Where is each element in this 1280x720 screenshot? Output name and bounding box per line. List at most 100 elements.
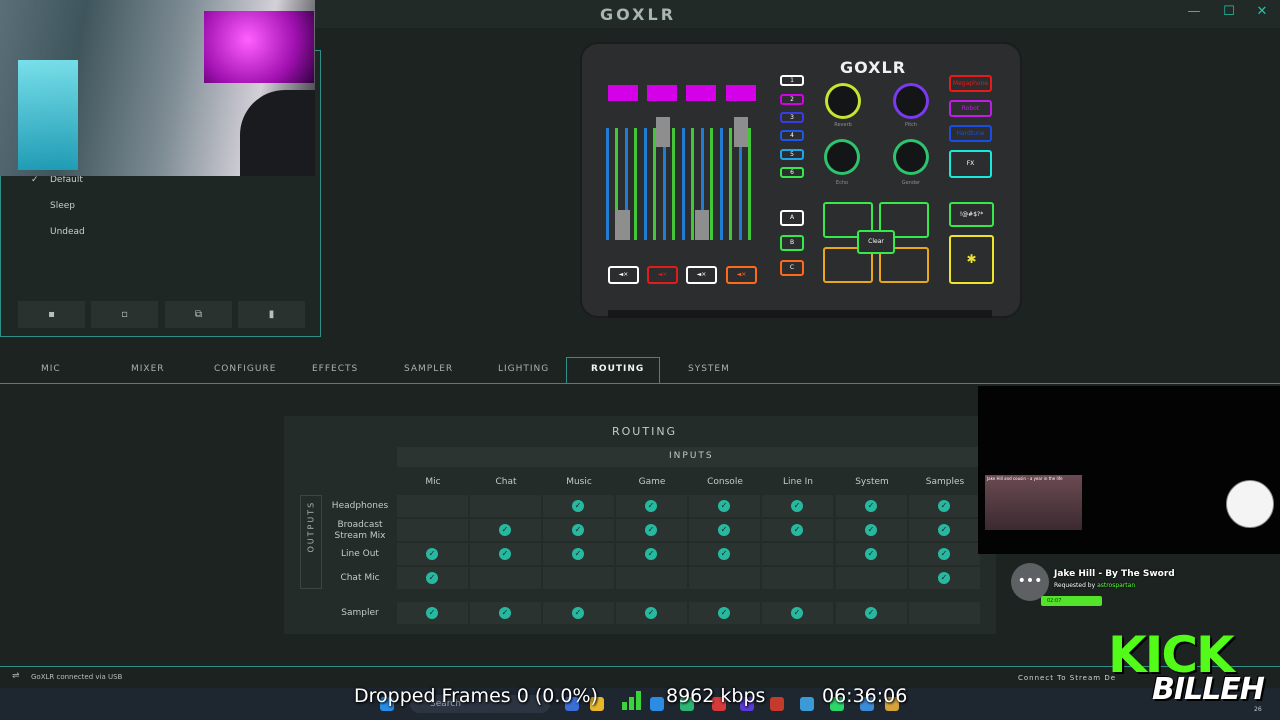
new-profile-button[interactable]: ▫ bbox=[91, 301, 158, 328]
routing-cell[interactable] bbox=[470, 567, 541, 589]
scribble-strip-3[interactable] bbox=[686, 85, 716, 101]
copy-profile-button[interactable]: ⧉ bbox=[165, 301, 232, 328]
check-icon: ✓ bbox=[865, 607, 877, 619]
routing-cell[interactable] bbox=[470, 495, 541, 517]
song-title: Jake Hill - By The Sword bbox=[1054, 569, 1175, 579]
tab-effects[interactable]: EFFECTS bbox=[312, 364, 358, 374]
routing-row-header: Chat Mic bbox=[340, 573, 380, 583]
maximize-button[interactable]: ☐ bbox=[1217, 4, 1241, 19]
led-shelf bbox=[18, 60, 78, 170]
routing-cell[interactable] bbox=[762, 567, 833, 589]
requested-by-label: Requested by bbox=[1054, 582, 1096, 589]
sampler-bank-b[interactable]: B bbox=[780, 235, 804, 251]
scribble-strip-4[interactable] bbox=[726, 85, 756, 101]
tab-system[interactable]: SYSTEM bbox=[688, 364, 730, 374]
effect-preset-2[interactable]: 2 bbox=[780, 94, 804, 105]
profile-item-undead[interactable]: Undead bbox=[50, 227, 85, 237]
tab-mixer[interactable]: MIXER bbox=[131, 364, 165, 374]
delete-profile-button[interactable]: ▮ bbox=[238, 301, 305, 328]
tab-sampler[interactable]: SAMPLER bbox=[404, 364, 453, 374]
tv-screen bbox=[204, 11, 314, 83]
routing-row-header: Line Out bbox=[341, 549, 379, 559]
check-icon: ✓ bbox=[572, 500, 584, 512]
connect-stream-deck-link[interactable]: Connect To Stream De bbox=[1018, 674, 1116, 682]
edge-icon[interactable] bbox=[650, 697, 664, 711]
routing-cell[interactable] bbox=[397, 519, 468, 541]
steam-icon[interactable] bbox=[800, 697, 814, 711]
effect-preset-6[interactable]: 6 bbox=[780, 167, 804, 178]
speaker-icon: ◄× bbox=[657, 271, 668, 278]
check-icon: ✓ bbox=[645, 500, 657, 512]
effect-preset-3[interactable]: 3 bbox=[780, 112, 804, 123]
check-icon: ✓ bbox=[718, 607, 730, 619]
check-icon: ✓ bbox=[499, 524, 511, 536]
effect-preset-4[interactable]: 4 bbox=[780, 130, 804, 141]
outputs-label: OUTPUTS bbox=[307, 501, 316, 553]
check-icon: ✓ bbox=[426, 548, 438, 560]
effect-preset-1[interactable]: 1 bbox=[780, 75, 804, 86]
cough-button[interactable]: !@#$?* bbox=[949, 202, 994, 227]
check-icon: ✓ bbox=[645, 607, 657, 619]
new-file-icon: ▫ bbox=[121, 309, 128, 320]
hardtune-button[interactable]: Hardtune bbox=[949, 125, 992, 142]
minimize-button[interactable]: — bbox=[1182, 4, 1206, 19]
routing-column-header: Samples bbox=[925, 477, 965, 487]
check-icon: ✓ bbox=[499, 548, 511, 560]
megaphone-button[interactable]: Megaphone bbox=[949, 75, 992, 92]
save-profile-button[interactable]: ▪ bbox=[18, 301, 85, 328]
device-base bbox=[608, 310, 992, 318]
profile-item-default[interactable]: Default bbox=[50, 175, 83, 185]
tab-lighting[interactable]: LIGHTING bbox=[498, 364, 549, 374]
routing-cell[interactable] bbox=[397, 495, 468, 517]
check-icon: ✓ bbox=[938, 572, 950, 584]
routing-cell[interactable] bbox=[836, 567, 907, 589]
routing-column-header: System bbox=[855, 477, 889, 487]
stream-time-readout: 06:36:06 bbox=[822, 685, 908, 707]
check-icon: ✓ bbox=[718, 548, 730, 560]
fader-2[interactable] bbox=[656, 117, 670, 147]
gender-knob[interactable] bbox=[896, 142, 926, 172]
sample-clear-button[interactable]: Clear bbox=[857, 230, 895, 254]
routing-row-header: Broadcast Stream Mix bbox=[334, 520, 386, 541]
mute-button-2[interactable]: ◄× bbox=[647, 266, 678, 284]
sampler-bank-c[interactable]: C bbox=[780, 260, 804, 276]
routing-cell[interactable] bbox=[616, 567, 687, 589]
tab-mic[interactable]: MIC bbox=[41, 364, 61, 374]
check-icon: ✓ bbox=[791, 500, 803, 512]
check-icon: ✓ bbox=[865, 524, 877, 536]
check-icon: ✓ bbox=[718, 500, 730, 512]
echo-knob[interactable] bbox=[827, 142, 857, 172]
scribble-strip-2[interactable] bbox=[647, 85, 677, 101]
robot-button[interactable]: Robot bbox=[949, 100, 992, 117]
fader-4[interactable] bbox=[734, 117, 748, 147]
webcam-feed bbox=[0, 0, 315, 176]
mute-mic-button[interactable]: ✱ bbox=[949, 235, 994, 284]
profile-item-sleep[interactable]: Sleep bbox=[50, 201, 75, 211]
pitch-label: Pitch bbox=[904, 122, 918, 128]
routing-cell[interactable] bbox=[909, 602, 980, 624]
sampler-bank-a[interactable]: A bbox=[780, 210, 804, 226]
close-button[interactable]: ✕ bbox=[1250, 4, 1274, 19]
scribble-strip-1[interactable] bbox=[608, 85, 638, 101]
mute-button-4[interactable]: ◄× bbox=[726, 266, 757, 284]
fx-button[interactable]: FX bbox=[949, 150, 992, 178]
streamer-silhouette bbox=[240, 90, 315, 176]
obs-icon[interactable] bbox=[770, 697, 784, 711]
fader-1[interactable] bbox=[616, 210, 630, 240]
routing-cell[interactable] bbox=[762, 543, 833, 565]
speaker-icon: ◄× bbox=[696, 271, 707, 278]
pitch-knob[interactable] bbox=[896, 86, 926, 116]
check-icon: ✓ bbox=[572, 524, 584, 536]
routing-column-header: Game bbox=[638, 477, 666, 487]
tab-routing[interactable]: ROUTING bbox=[591, 364, 644, 374]
requester-name: astrospartan bbox=[1097, 582, 1136, 589]
fader-3[interactable] bbox=[695, 210, 709, 240]
routing-cell[interactable] bbox=[543, 567, 614, 589]
routing-cell[interactable] bbox=[689, 567, 760, 589]
mute-button-1[interactable]: ◄× bbox=[608, 266, 639, 284]
check-icon: ✓ bbox=[426, 572, 438, 584]
tab-configure[interactable]: CONFIGURE bbox=[214, 364, 276, 374]
reverb-knob[interactable] bbox=[828, 86, 858, 116]
effect-preset-5[interactable]: 5 bbox=[780, 149, 804, 160]
mute-button-3[interactable]: ◄× bbox=[686, 266, 717, 284]
